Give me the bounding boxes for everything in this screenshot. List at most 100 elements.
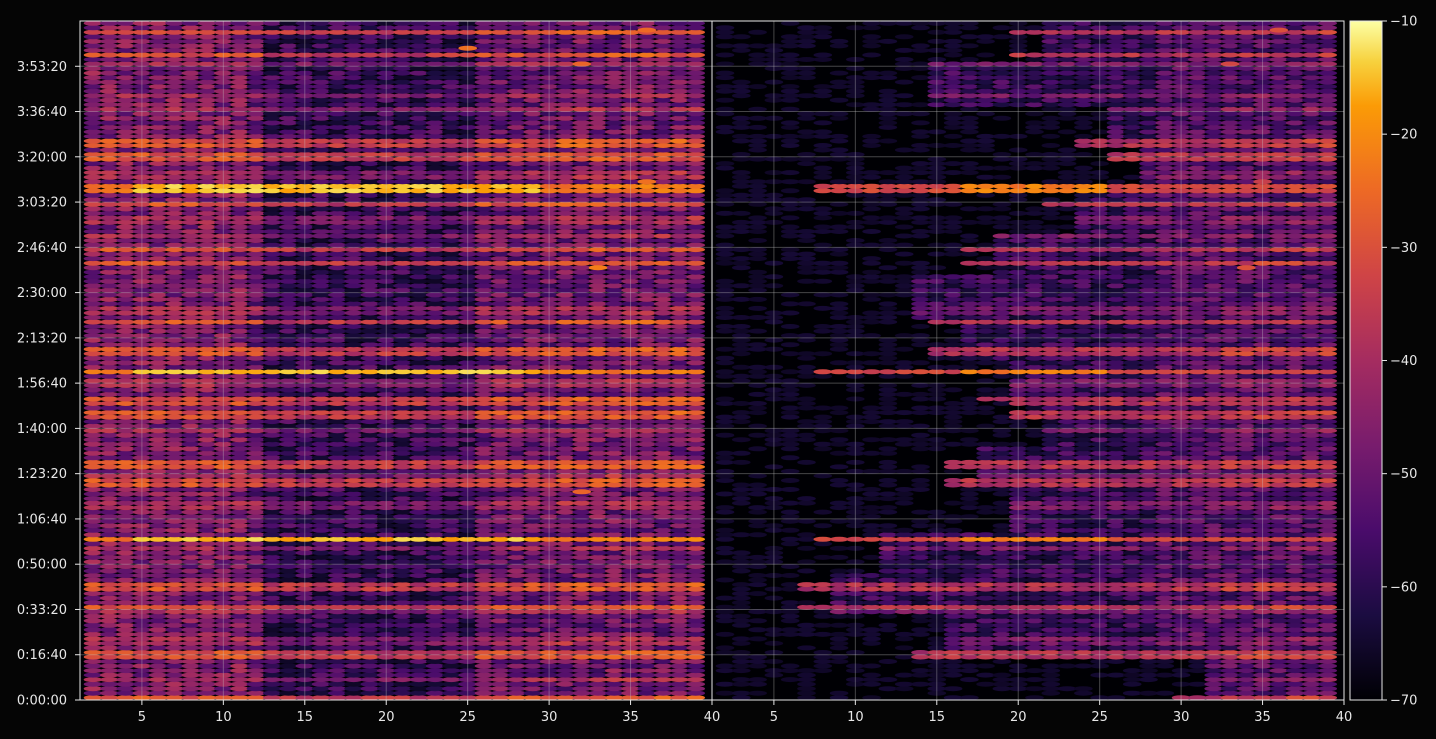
heatmap-cell bbox=[197, 518, 217, 524]
heatmap-cell bbox=[279, 197, 298, 203]
heatmap-cell bbox=[556, 129, 575, 135]
heatmap-cell bbox=[83, 251, 103, 257]
heatmap-cell bbox=[197, 591, 217, 597]
heatmap-cell bbox=[572, 192, 591, 198]
heatmap-cell bbox=[637, 260, 657, 266]
heatmap-cell bbox=[279, 161, 298, 167]
heatmap-cell bbox=[588, 604, 608, 610]
heatmap-cell bbox=[572, 681, 591, 687]
heatmap-cell bbox=[230, 296, 249, 302]
heatmap-cell bbox=[360, 192, 380, 198]
heatmap-cell bbox=[556, 210, 575, 216]
heatmap-cell bbox=[246, 618, 266, 624]
heatmap-cell bbox=[360, 324, 380, 329]
heatmap-cell bbox=[507, 382, 526, 388]
heatmap-cell bbox=[197, 468, 217, 474]
heatmap-cell bbox=[490, 183, 510, 189]
heatmap-cell bbox=[181, 640, 201, 646]
heatmap-cell bbox=[181, 283, 201, 289]
heatmap-cell bbox=[100, 595, 119, 601]
heatmap-cell bbox=[360, 170, 380, 176]
heatmap-cell bbox=[523, 622, 543, 628]
heatmap-cell bbox=[670, 645, 689, 651]
heatmap-cell bbox=[490, 233, 510, 239]
heatmap-cell bbox=[556, 600, 575, 606]
heatmap-cell bbox=[507, 654, 526, 660]
heatmap-cell bbox=[116, 550, 135, 556]
heatmap-cell bbox=[653, 618, 673, 624]
heatmap-cell bbox=[425, 559, 445, 565]
heatmap-cell bbox=[246, 229, 266, 234]
heatmap-cell bbox=[230, 161, 249, 167]
heatmap-cell bbox=[393, 405, 412, 411]
heatmap-cell bbox=[181, 618, 201, 624]
heatmap-cell bbox=[653, 174, 673, 180]
heatmap-cell bbox=[588, 215, 608, 221]
heatmap-cell bbox=[588, 115, 608, 121]
heatmap-cell bbox=[409, 351, 429, 357]
heatmap-cell bbox=[393, 305, 412, 311]
heatmap-cell bbox=[393, 681, 412, 687]
heatmap-cell bbox=[262, 170, 282, 176]
heatmap-cell bbox=[686, 564, 705, 569]
heatmap-cell bbox=[588, 482, 608, 488]
heatmap-cell bbox=[262, 174, 282, 180]
heatmap-cell bbox=[572, 423, 591, 429]
heatmap-cell bbox=[653, 491, 673, 497]
heatmap-cell bbox=[360, 215, 380, 221]
heatmap-cell bbox=[181, 355, 201, 361]
heatmap-cell bbox=[425, 432, 445, 438]
heatmap-cell bbox=[637, 459, 657, 465]
heatmap-cell bbox=[165, 192, 184, 198]
heatmap-cell bbox=[572, 238, 591, 243]
heatmap-cell bbox=[409, 305, 429, 311]
heatmap-cell bbox=[230, 509, 249, 515]
heatmap-cell bbox=[279, 496, 298, 502]
heatmap-cell bbox=[100, 478, 119, 483]
heatmap-cell bbox=[474, 654, 494, 660]
heatmap-cell bbox=[311, 532, 331, 538]
heatmap-cell bbox=[393, 401, 412, 406]
heatmap-cell bbox=[197, 482, 217, 488]
heatmap-cell bbox=[262, 369, 282, 375]
heatmap-cell bbox=[442, 179, 461, 185]
heatmap-cell bbox=[425, 573, 445, 578]
heatmap-cell bbox=[83, 170, 103, 176]
heatmap-cell bbox=[83, 491, 103, 497]
heatmap-cell bbox=[572, 532, 591, 538]
heatmap-cell bbox=[100, 604, 119, 610]
heatmap-cell bbox=[344, 505, 363, 511]
heatmap-cell bbox=[507, 441, 526, 447]
heatmap-cell bbox=[148, 541, 168, 547]
heatmap-cell bbox=[670, 541, 689, 547]
heatmap-cell bbox=[442, 491, 461, 497]
heatmap-cell bbox=[653, 437, 673, 443]
heatmap-cell bbox=[653, 333, 673, 339]
heatmap-cell bbox=[100, 143, 119, 148]
heatmap-cell bbox=[523, 342, 543, 348]
heatmap-cell bbox=[409, 382, 429, 388]
heatmap-cell bbox=[246, 287, 266, 293]
heatmap-cell bbox=[442, 310, 461, 316]
heatmap-cell bbox=[474, 179, 494, 185]
heatmap-cell bbox=[442, 487, 461, 492]
heatmap-cell bbox=[409, 446, 429, 452]
heatmap-cell bbox=[360, 373, 380, 379]
heatmap-cell bbox=[637, 391, 657, 397]
heatmap-cell bbox=[344, 292, 363, 298]
heatmap-cell bbox=[328, 360, 347, 366]
heatmap-cell bbox=[197, 464, 217, 470]
heatmap-cell bbox=[490, 668, 510, 674]
heatmap-cell bbox=[490, 564, 510, 569]
heatmap-cell bbox=[490, 111, 510, 117]
heatmap-cell bbox=[165, 215, 184, 221]
heatmap-cell bbox=[523, 478, 543, 483]
heatmap-cell bbox=[279, 192, 298, 198]
heatmap-cell bbox=[393, 373, 412, 379]
heatmap-cell bbox=[507, 645, 526, 651]
heatmap-cell bbox=[262, 496, 282, 502]
heatmap-cell bbox=[442, 428, 461, 434]
heatmap-cell bbox=[116, 183, 135, 189]
heatmap-cell bbox=[605, 423, 624, 429]
heatmap-cell bbox=[344, 133, 363, 139]
